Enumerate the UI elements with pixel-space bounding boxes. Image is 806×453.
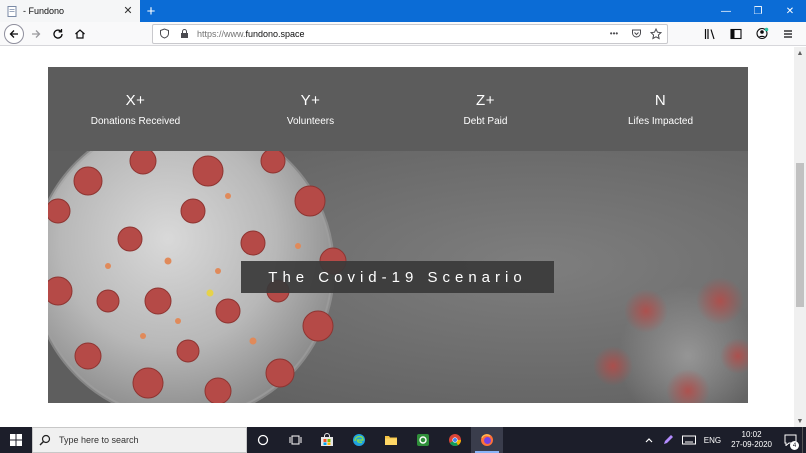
taskbar-firefox[interactable] xyxy=(471,427,503,453)
scroll-down-arrow-icon[interactable]: ▼ xyxy=(794,415,806,427)
stat-value: Z+ xyxy=(476,91,495,109)
reload-button[interactable] xyxy=(48,24,68,44)
page-actions-button[interactable]: ••• xyxy=(605,27,623,41)
sidebar-icon xyxy=(730,28,742,39)
clock-date: 27-09-2020 xyxy=(731,440,772,449)
search-icon xyxy=(39,434,51,446)
edge-browser-icon xyxy=(353,434,365,446)
action-center-button[interactable]: 4 xyxy=(778,427,802,453)
page-viewport[interactable]: X+ Donations Received Y+ Volunteers Z+ D… xyxy=(0,47,794,427)
stat-value: X+ xyxy=(125,91,146,109)
stats-banner: X+ Donations Received Y+ Volunteers Z+ D… xyxy=(48,67,748,151)
lock-icon[interactable] xyxy=(177,27,191,41)
task-view-button[interactable] xyxy=(279,427,311,453)
windows-taskbar: Type here to search ENG 10:02 27-09-2020… xyxy=(0,427,806,453)
stat-label: Donations Received xyxy=(90,115,181,127)
firefox-icon xyxy=(481,434,493,446)
system-tray: ENG 10:02 27-09-2020 4 xyxy=(640,427,806,453)
account-button[interactable] xyxy=(752,24,772,44)
taskbar-camtasia[interactable] xyxy=(407,427,439,453)
page-icon xyxy=(6,5,18,17)
shield-icon[interactable] xyxy=(157,27,171,41)
new-tab-button[interactable]: + xyxy=(140,0,162,22)
stat-debt-paid: Z+ Debt Paid xyxy=(398,67,573,151)
tray-keyboard-button[interactable] xyxy=(678,427,700,453)
cortana-button[interactable] xyxy=(247,427,279,453)
back-button[interactable] xyxy=(4,23,24,44)
arrow-right-icon xyxy=(32,29,41,38)
reload-icon xyxy=(53,28,63,39)
close-window-button[interactable]: ✕ xyxy=(774,0,806,22)
scrollbar-thumb[interactable] xyxy=(796,163,804,307)
arrow-left-icon xyxy=(9,29,18,38)
tray-pen-button[interactable] xyxy=(658,427,678,453)
hero-caption: The Covid-19 Scenario xyxy=(241,261,554,293)
covid-hero-section: The Covid-19 Scenario xyxy=(48,151,748,403)
account-icon xyxy=(755,27,768,40)
taskbar-search-box[interactable]: Type here to search xyxy=(32,427,247,453)
tab-title: - Fundono xyxy=(23,6,65,16)
cortana-circle-icon xyxy=(257,434,269,446)
input-language[interactable]: ENG xyxy=(700,427,725,453)
notification-count-badge: 4 xyxy=(790,441,799,450)
address-bar[interactable]: https://www.fundono.space ••• xyxy=(152,23,668,44)
chevron-up-icon xyxy=(645,438,653,443)
taskbar-edge[interactable] xyxy=(343,427,375,453)
windows-logo-icon xyxy=(10,434,22,446)
stat-value: N xyxy=(654,91,667,109)
start-button[interactable] xyxy=(0,427,32,453)
url-text: https://www.fundono.space xyxy=(197,29,599,39)
show-desktop-button[interactable] xyxy=(802,427,806,453)
url-prefix: https://www. xyxy=(197,28,246,39)
taskbar-store[interactable] xyxy=(311,427,343,453)
minimize-button[interactable]: — xyxy=(710,0,742,22)
clock-time: 10:02 xyxy=(741,430,762,439)
task-view-icon xyxy=(289,435,301,445)
home-icon xyxy=(75,28,85,39)
tabbar-drag-area[interactable] xyxy=(162,0,710,22)
search-placeholder: Type here to search xyxy=(59,435,139,445)
toolbar-right xyxy=(700,24,802,44)
camtasia-app-icon xyxy=(417,434,429,446)
taskbar-clock[interactable]: 10:02 27-09-2020 xyxy=(725,430,778,450)
bookmark-star-icon[interactable] xyxy=(649,27,663,41)
library-button[interactable] xyxy=(700,24,720,44)
close-tab-icon[interactable]: ✕ xyxy=(122,5,134,17)
forward-button[interactable] xyxy=(26,24,46,44)
menu-button[interactable] xyxy=(778,24,798,44)
browser-tab-fundono[interactable]: - Fundono ✕ xyxy=(0,0,140,22)
page-scrollbar[interactable]: ▲ ▼ xyxy=(794,47,806,427)
chrome-icon xyxy=(449,434,461,447)
stat-lifes-impacted: N Lifes Impacted xyxy=(573,67,748,151)
url-domain: fundono.space xyxy=(245,28,305,39)
navigation-toolbar: https://www.fundono.space ••• xyxy=(0,22,806,46)
taskbar-chrome[interactable] xyxy=(439,427,471,453)
sidebar-button[interactable] xyxy=(726,24,746,44)
stat-volunteers: Y+ Volunteers xyxy=(223,67,398,151)
stat-label: Debt Paid xyxy=(463,115,508,127)
stat-value: Y+ xyxy=(300,91,321,109)
stat-donations: X+ Donations Received xyxy=(48,67,223,151)
maximize-button[interactable]: ❐ xyxy=(742,0,774,22)
browser-tab-bar: - Fundono ✕ + — ❐ ✕ xyxy=(0,0,806,22)
store-bag-icon xyxy=(321,433,333,446)
home-button[interactable] xyxy=(70,24,90,44)
taskbar-file-explorer[interactable] xyxy=(375,427,407,453)
stat-label: Lifes Impacted xyxy=(627,115,694,127)
library-icon xyxy=(704,28,715,39)
keyboard-icon xyxy=(681,435,696,445)
pocket-icon[interactable] xyxy=(629,27,643,41)
hamburger-menu-icon xyxy=(784,29,792,38)
stat-label: Volunteers xyxy=(286,115,335,127)
pen-workspace-icon xyxy=(663,435,673,444)
folder-icon xyxy=(385,436,397,445)
show-hidden-icons-button[interactable] xyxy=(640,427,658,453)
scroll-up-arrow-icon[interactable]: ▲ xyxy=(794,47,806,59)
